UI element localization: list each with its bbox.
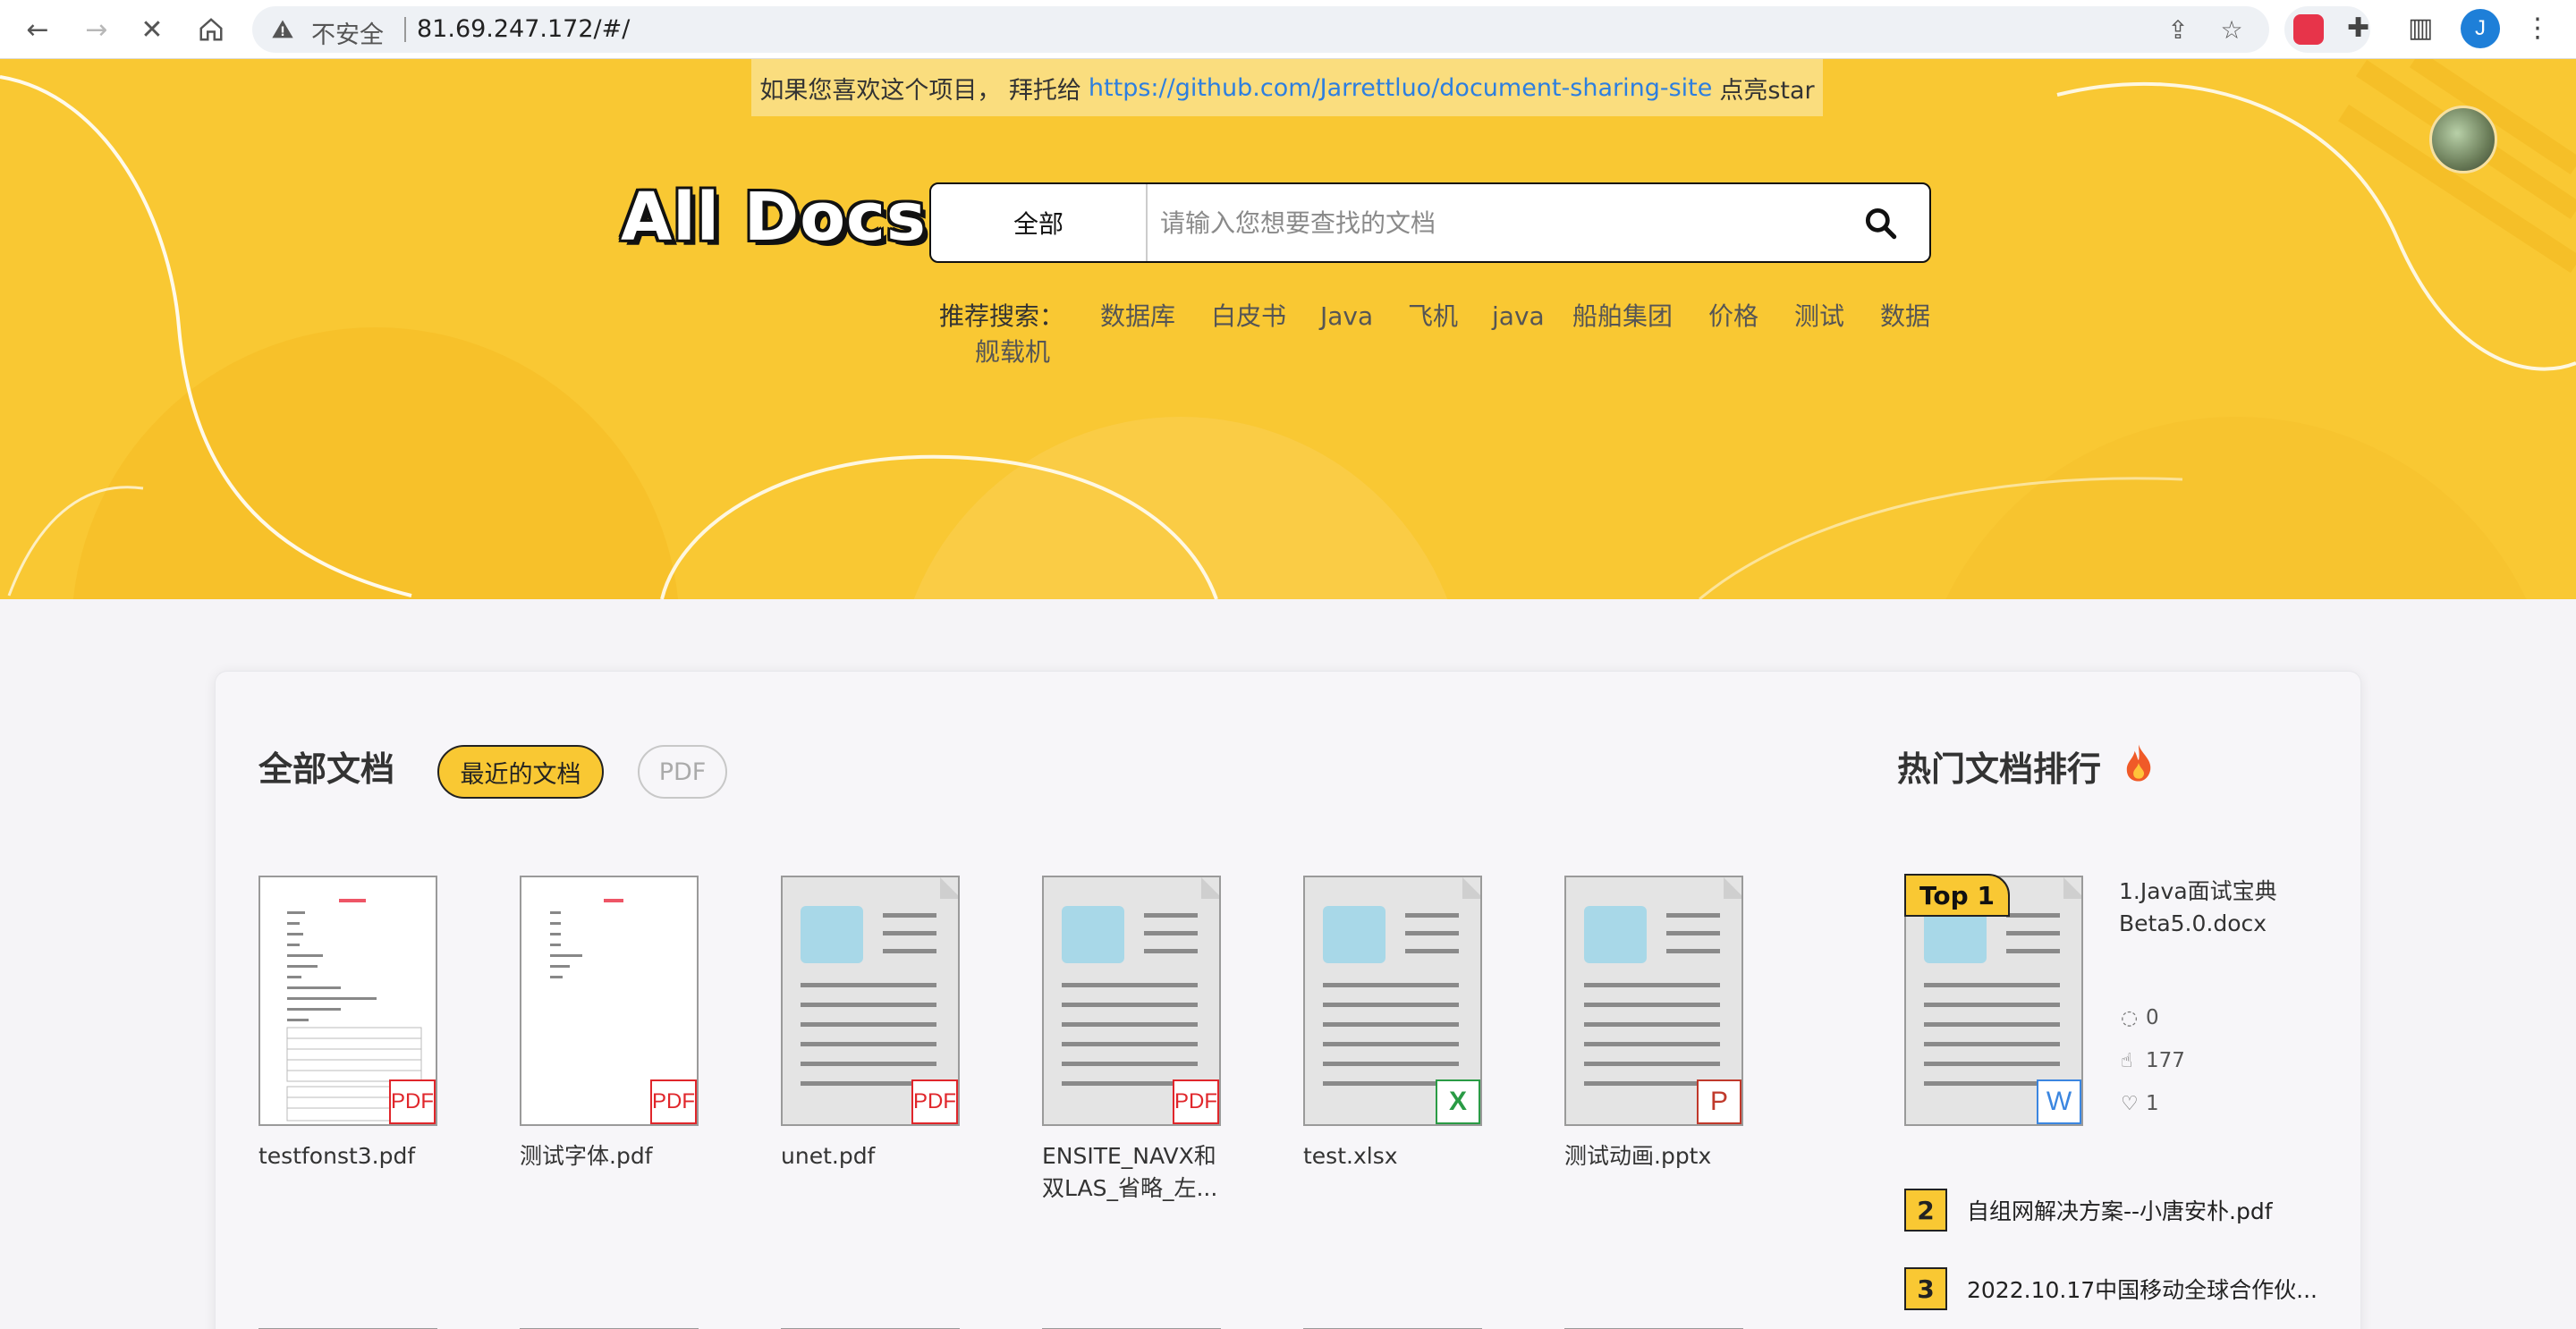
top-doc-name-line: 1.Java面试宝典 (2119, 878, 2277, 904)
address-bar[interactable]: 不安全 81.69.247.172/#/ ⇪ ☆ (252, 6, 2269, 53)
doc-thumbnail: P (1564, 876, 1743, 1126)
heart-icon: ♡ (2121, 1092, 2139, 1115)
recommend-item[interactable]: 测试 (1794, 299, 1844, 334)
doc-thumbnail: PDF (781, 876, 960, 1126)
browser-toolbar: ← → ✕ 不安全 81.69.247.172/#/ ⇪ ☆ ✚ ▥ J ⋮ (0, 0, 2576, 59)
side-panel-icon[interactable]: ▥ (2408, 13, 2433, 44)
extension-app-icon[interactable] (2293, 14, 2324, 45)
doc-name[interactable]: test.xlsx (1303, 1140, 1500, 1172)
recommend-item[interactable]: 舰载机 (975, 334, 1050, 370)
recommend-item[interactable]: 白皮书 (1211, 299, 1286, 334)
home-icon[interactable] (191, 10, 231, 49)
like-count: ♡ 1 (2121, 1092, 2159, 1115)
profile-avatar[interactable]: J (2461, 9, 2500, 48)
pdf-type-badge: PDF (911, 1079, 958, 1124)
pdf-type-badge: PDF (389, 1079, 436, 1124)
recommend-item[interactable]: Java (1320, 299, 1373, 334)
rank-doc-name[interactable]: 自组网解决方案--小唐安朴.pdf (1967, 1194, 2273, 1226)
doc-thumbnail: PDF (520, 876, 699, 1126)
pdf-type-badge: PDF (1173, 1079, 1219, 1124)
recommend-item[interactable]: java (1492, 299, 1545, 334)
doc-name[interactable]: ENSITE_NAVX和 双LAS_省略_左... (1042, 1140, 1239, 1205)
star-notice: 如果您喜欢这个项目， 拜托给 https://github.com/Jarret… (751, 59, 1823, 116)
recommend-item[interactable]: 飞机 (1408, 299, 1458, 334)
warning-icon (272, 20, 293, 38)
doc-thumbnail: PDF (258, 876, 437, 1126)
doc-name-line: 双LAS_省略_左... (1042, 1175, 1218, 1201)
url-text[interactable]: 81.69.247.172/#/ (417, 15, 630, 43)
recommend-item[interactable]: 价格 (1708, 299, 1758, 334)
search-bar: 全部 (929, 182, 1931, 263)
rank-number: 3 (1904, 1267, 1947, 1310)
extensions-puzzle-icon[interactable]: ✚ (2347, 13, 2369, 44)
security-label: 不安全 (311, 21, 384, 49)
doc-name[interactable]: 测试字体.pdf (520, 1140, 716, 1172)
recommend-item[interactable]: 数据 (1880, 299, 1930, 334)
top1-ribbon: Top 1 (1904, 874, 2010, 917)
share-icon[interactable]: ⇪ (2164, 15, 2192, 45)
hot-ranking-title: 热门文档排行 (1897, 749, 2102, 789)
pdf-type-badge: PDF (650, 1079, 697, 1124)
recommend-item[interactable]: 船舶集团 (1572, 299, 1673, 334)
comment-icon: ◌ (2121, 1006, 2139, 1029)
github-link[interactable]: https://github.com/Jarrettluo/document-s… (1089, 74, 1712, 102)
doc-name[interactable]: unet.pdf (781, 1140, 978, 1172)
search-input[interactable] (1160, 202, 1840, 243)
filter-pdf[interactable]: PDF (638, 745, 727, 799)
rank-item[interactable]: 3 2022.10.17中国移动全球合作伙... (1904, 1267, 2318, 1310)
rank-number: 2 (1904, 1189, 1947, 1232)
menu-kebab-icon[interactable]: ⋮ (2524, 13, 2551, 44)
fire-icon (2126, 744, 2151, 782)
stop-loading-icon[interactable]: ✕ (132, 10, 172, 49)
top-doc-name[interactable]: 1.Java面试宝典 Beta5.0.docx (2119, 876, 2316, 940)
hero-banner: 如果您喜欢这个项目， 拜托给 https://github.com/Jarret… (0, 59, 2576, 599)
filter-recent[interactable]: 最近的文档 (437, 745, 604, 799)
powerpoint-type-badge: P (1697, 1079, 1741, 1124)
documents-card: 全部文档 最近的文档 PDF PDF testfonst3.pdf PDF 测试… (215, 671, 2361, 1329)
top-doc-name-line: Beta5.0.docx (2119, 910, 2267, 936)
doc-name[interactable]: testfonst3.pdf (258, 1140, 455, 1172)
forward-icon[interactable]: → (77, 10, 116, 49)
doc-name-line: ENSITE_NAVX和 (1042, 1143, 1216, 1169)
search-icon[interactable] (1861, 204, 1901, 243)
word-type-badge: W (2037, 1079, 2081, 1124)
rank-item[interactable]: 2 自组网解决方案--小唐安朴.pdf (1904, 1189, 2273, 1232)
view-count: ☝ 177 (2121, 1049, 2185, 1072)
doc-thumbnail: PDF (1042, 876, 1221, 1126)
omnibox-divider (404, 17, 406, 42)
search-category-select[interactable]: 全部 (931, 184, 1148, 261)
view-count-value: 177 (2146, 1049, 2185, 1072)
thumbs-up-icon: ☝ (2121, 1049, 2133, 1072)
doc-name[interactable]: 测试动画.pptx (1564, 1140, 1761, 1172)
back-icon[interactable]: ← (18, 10, 57, 49)
like-count-value: 1 (2146, 1092, 2159, 1115)
notice-suffix: 点亮star (1719, 76, 1815, 105)
section-title: 全部文档 (258, 749, 395, 789)
site-logo[interactable]: All Docs (621, 179, 927, 256)
banner-decoration (0, 59, 2576, 599)
comment-count-value: 0 (2146, 1006, 2159, 1029)
excel-type-badge: X (1436, 1079, 1480, 1124)
recommend-label: 推荐搜索： (939, 301, 1065, 331)
notice-prefix: 如果您喜欢这个项目， 拜托给 (759, 76, 1081, 105)
user-avatar[interactable] (2429, 106, 2497, 174)
rank-doc-name[interactable]: 2022.10.17中国移动全球合作伙... (1967, 1273, 2318, 1305)
comment-count: ◌ 0 (2121, 1006, 2159, 1029)
bookmark-star-icon[interactable]: ☆ (2217, 15, 2246, 45)
doc-thumbnail: X (1303, 876, 1482, 1126)
recommend-item[interactable]: 数据库 (1100, 299, 1175, 334)
